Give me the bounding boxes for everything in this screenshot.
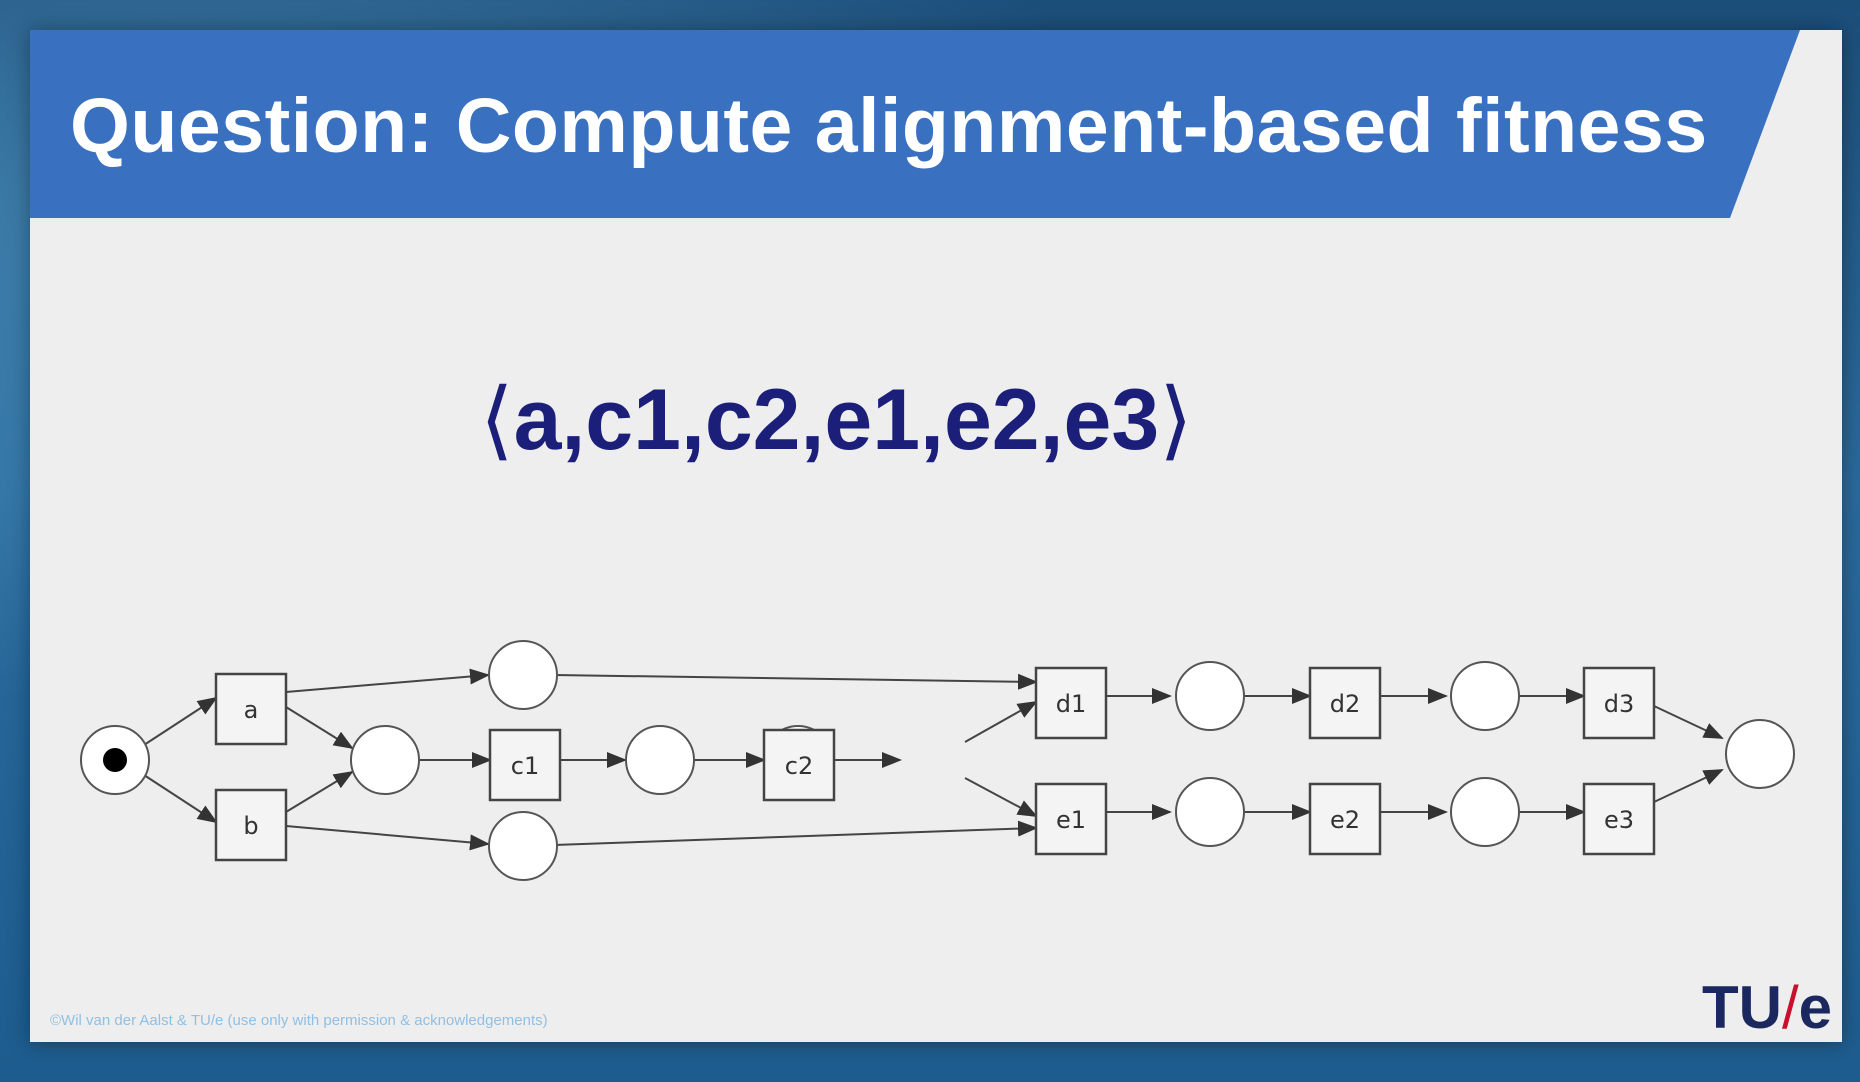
place — [1450, 661, 1520, 731]
place — [625, 725, 695, 795]
arc — [553, 673, 1038, 690]
transition-labels: a b c1 c2 d1 d2 d3 e1 e2 e3 — [243, 690, 1634, 840]
transition-label-c1: c1 — [511, 752, 539, 780]
trace-expression: ⟨a,c1,c2,e1,e2,e3⟩ — [480, 370, 1193, 470]
logo-slash: / — [1781, 974, 1799, 1041]
logo-tu: TU — [1702, 974, 1782, 1041]
place — [1175, 661, 1245, 731]
tue-logo: TU/e — [1702, 973, 1832, 1042]
arc — [143, 774, 218, 824]
arc — [285, 668, 490, 693]
transition-label-e1: e1 — [1056, 806, 1086, 834]
place — [488, 640, 558, 710]
logo-e: e — [1798, 974, 1833, 1041]
slide: Question: Compute alignment-based fitnes… — [30, 30, 1842, 1042]
trace-close-bracket: ⟩ — [1159, 372, 1193, 468]
copyright-note: ©Wil van der Aalst & TU/e (use only with… — [50, 1012, 548, 1029]
transition-label-d3: d3 — [1604, 690, 1635, 718]
arc — [143, 696, 218, 746]
place-end — [1725, 719, 1795, 789]
transition-label-e3: e3 — [1604, 806, 1634, 834]
arc — [285, 825, 490, 851]
transition-label-d1: d1 — [1056, 690, 1087, 718]
trace-events: a,c1,c2,e1,e2,e3 — [513, 372, 1160, 468]
transition-label-d2: d2 — [1330, 690, 1361, 718]
arc — [1653, 705, 1724, 739]
places — [80, 640, 1795, 881]
arc — [553, 820, 1038, 846]
arc — [1653, 769, 1724, 803]
transition-label-b: b — [243, 812, 258, 840]
arc — [285, 706, 354, 750]
petri-net-diagram: a b c1 c2 d1 d2 d3 e1 e2 e3 — [80, 640, 1795, 881]
arc — [964, 701, 1038, 743]
trace-open-bracket: ⟨ — [480, 372, 514, 468]
place — [488, 811, 558, 881]
place — [1450, 777, 1520, 847]
transition-label-a: a — [244, 696, 259, 724]
place — [350, 725, 420, 795]
slide-title: Question: Compute alignment-based fitnes… — [70, 83, 1708, 169]
transition-label-e2: e2 — [1330, 806, 1360, 834]
place — [1175, 777, 1245, 847]
arc — [964, 777, 1038, 817]
title-bar: Question: Compute alignment-based fitnes… — [30, 30, 1842, 218]
arc — [285, 770, 354, 813]
token — [103, 748, 127, 772]
transition-label-c2: c2 — [785, 752, 813, 780]
